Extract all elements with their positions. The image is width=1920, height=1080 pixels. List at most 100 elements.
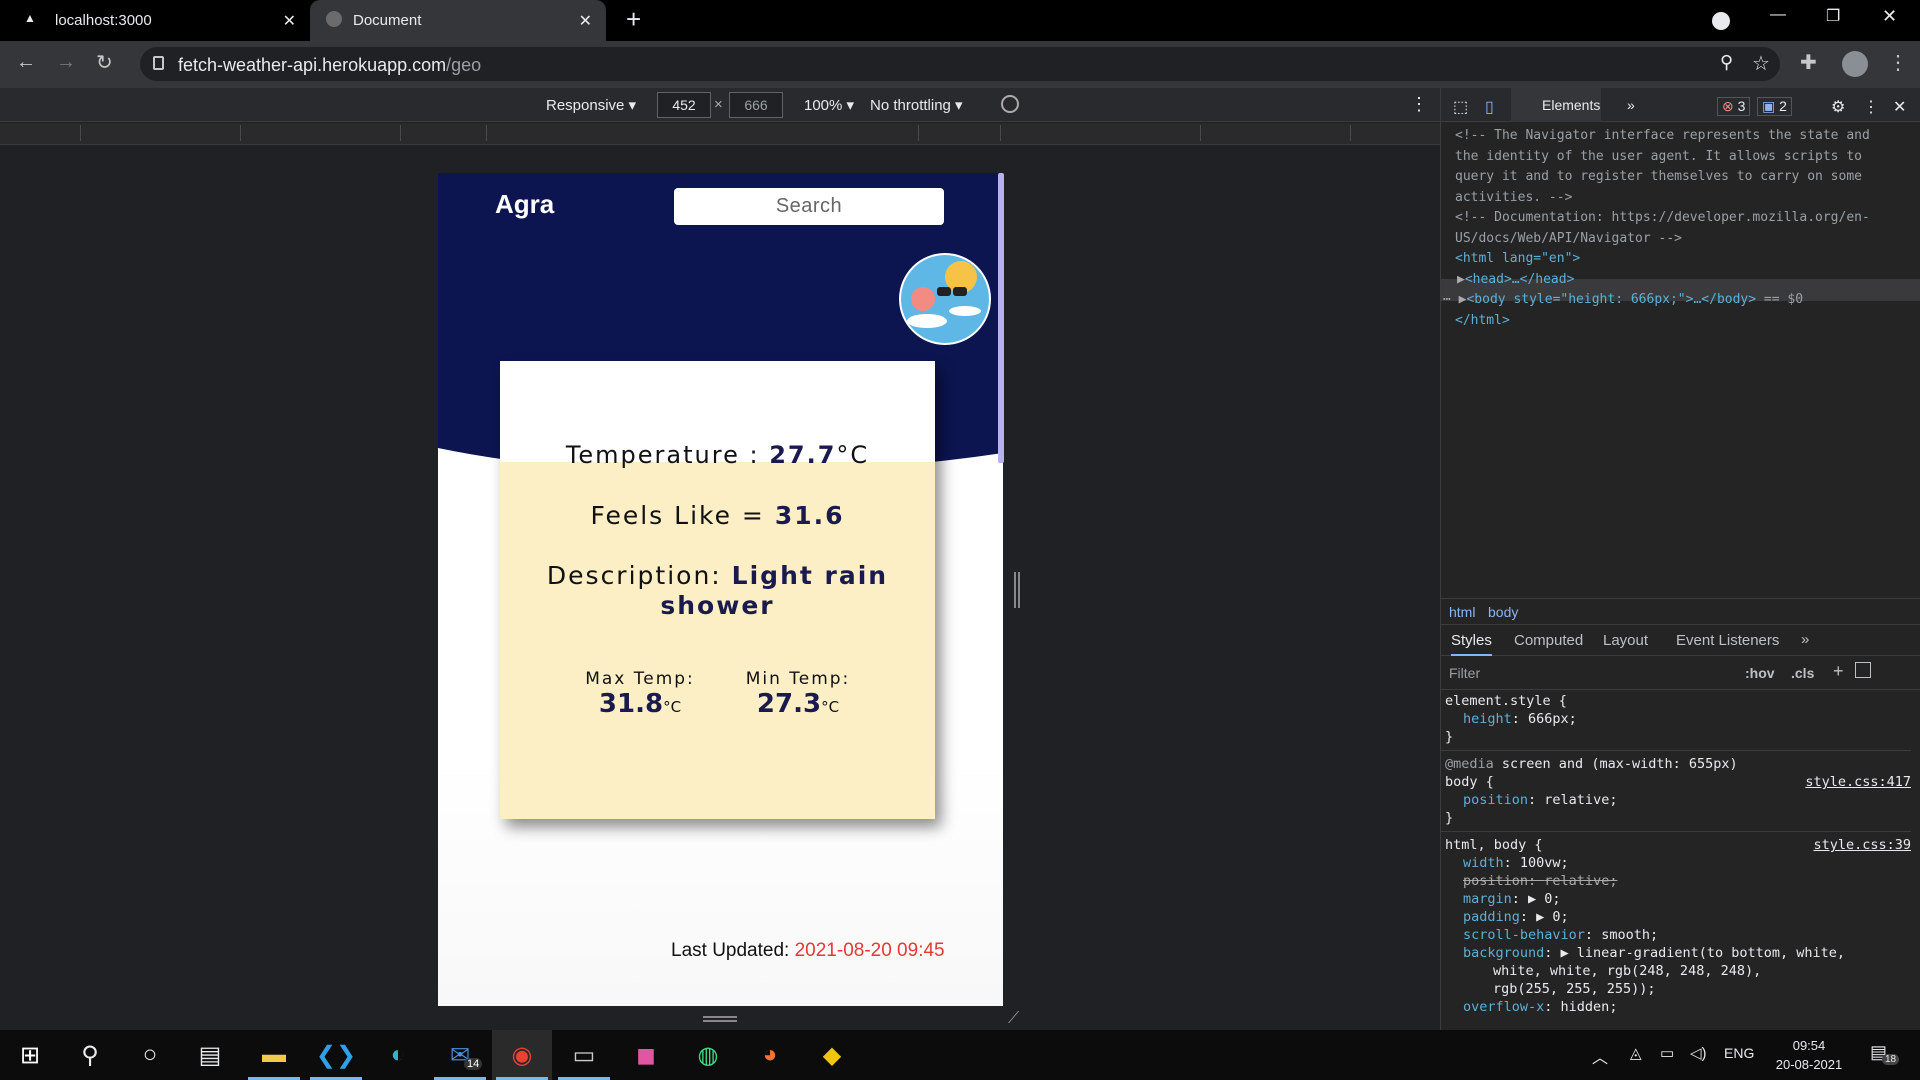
new-tab-button[interactable]: + xyxy=(626,4,641,35)
resize-handle-corner[interactable]: ⟋ xyxy=(1008,1010,1019,1028)
tab-event-listeners[interactable]: Event Listeners xyxy=(1676,632,1779,649)
feels-like-value: 31.6 xyxy=(774,501,845,530)
new-rule-icon[interactable]: + xyxy=(1833,661,1844,682)
settings-gear-icon[interactable]: ⚙ xyxy=(1831,97,1845,117)
close-tab-icon[interactable]: ✕ xyxy=(579,11,592,31)
search-input[interactable]: Search xyxy=(674,188,944,225)
more-tabs-icon[interactable]: » xyxy=(1627,97,1635,113)
tab-localhost[interactable]: ▲ localhost:3000 ✕ xyxy=(0,0,310,41)
bookmark-star-icon[interactable]: ☆ xyxy=(1752,51,1770,76)
wifi-icon[interactable]: ◬ xyxy=(1630,1044,1642,1062)
resize-handle-right[interactable] xyxy=(1014,572,1020,608)
cls-toggle[interactable]: .cls xyxy=(1791,665,1814,681)
lock-icon xyxy=(153,56,164,70)
breadcrumb-html[interactable]: html xyxy=(1449,604,1475,620)
cortana-icon[interactable]: ○ xyxy=(120,1030,180,1080)
style-rule[interactable]: margin: ▶ 0; xyxy=(1441,890,1911,908)
style-rule[interactable]: height: 666px; xyxy=(1441,710,1911,728)
minimize-icon[interactable]: — xyxy=(1770,6,1786,24)
close-tab-icon[interactable]: ✕ xyxy=(283,11,296,31)
width-input[interactable]: 452 xyxy=(657,92,711,118)
weather-illustration xyxy=(897,251,993,347)
restore-icon[interactable]: ❐ xyxy=(1826,6,1840,26)
dom-node-head[interactable]: ▶<head>…</head> xyxy=(1441,270,1920,291)
url-text: fetch-weather-api.herokuapp.com/geo xyxy=(178,55,482,75)
source-link[interactable]: style.css:417 xyxy=(1805,773,1911,791)
style-rule[interactable]: scroll-behavior: smooth; xyxy=(1441,926,1911,944)
toggle-sidebar-icon[interactable] xyxy=(1855,662,1871,678)
edge-icon[interactable]: ◐ xyxy=(368,1030,428,1080)
devtools-menu-icon[interactable]: ⋮ xyxy=(1863,97,1879,117)
tab-computed[interactable]: Computed xyxy=(1514,632,1583,649)
menu-icon[interactable]: ⋮ xyxy=(1888,50,1908,75)
device-more-icon[interactable]: ⋮ xyxy=(1410,94,1428,115)
volume-icon[interactable]: ◁) xyxy=(1690,1044,1707,1062)
styles-pane: element.style { height: 666px; } @media … xyxy=(1441,692,1911,1016)
vscode-icon[interactable]: ❮❯ xyxy=(306,1030,366,1080)
battery-icon[interactable]: ▭ xyxy=(1660,1044,1674,1062)
search-icon[interactable]: ⚲ xyxy=(60,1030,120,1080)
min-temp: Min Temp: 27.3°C xyxy=(745,669,851,719)
more-style-tabs-icon[interactable]: » xyxy=(1801,631,1809,648)
city-name: Agra xyxy=(495,189,555,219)
error-count-badge[interactable]: ⊗ 3 xyxy=(1717,97,1751,116)
forward-icon[interactable]: → xyxy=(56,51,76,74)
tab-search-icon[interactable] xyxy=(1712,12,1730,30)
style-rule[interactable]: overflow-x: hidden; xyxy=(1441,998,1911,1016)
back-icon[interactable]: ← xyxy=(16,51,36,74)
height-input[interactable]: 666 xyxy=(729,92,783,118)
tab-document[interactable]: Document ✕ xyxy=(310,0,606,41)
close-window-icon[interactable]: ✕ xyxy=(1882,6,1897,27)
windows-start-icon[interactable]: ⊞ xyxy=(0,1030,60,1080)
rotate-icon[interactable] xyxy=(1001,95,1019,113)
style-rule[interactable]: background: ▶ linear-gradient(to bottom,… xyxy=(1441,944,1911,962)
tab-layout[interactable]: Layout xyxy=(1603,632,1648,649)
profile-avatar[interactable] xyxy=(1842,51,1868,77)
language-indicator[interactable]: ENG xyxy=(1724,1045,1754,1061)
page-scrollbar[interactable] xyxy=(998,173,1004,463)
throttling-select[interactable]: No throttling ▾ xyxy=(870,96,963,114)
chrome-icon[interactable]: ◉ xyxy=(492,1030,552,1080)
task-view-icon[interactable]: ▤ xyxy=(180,1030,240,1080)
breadcrumb: html body xyxy=(1441,598,1920,624)
style-rule[interactable]: width: 100vw; xyxy=(1441,854,1911,872)
breadcrumb-body[interactable]: body xyxy=(1488,604,1518,620)
mail-icon[interactable]: ✉ 14 xyxy=(430,1030,490,1080)
filter-input[interactable]: Filter xyxy=(1449,665,1480,681)
mail-badge: 14 xyxy=(464,1058,483,1070)
dom-tree: <!-- The Navigator interface represents … xyxy=(1441,126,1920,331)
dom-node-html[interactable]: <html lang="en"> xyxy=(1441,249,1920,270)
style-rule[interactable]: position: relative; xyxy=(1441,791,1911,809)
reload-icon[interactable]: ↻ xyxy=(96,50,113,75)
media-query: @media screen and (max-width: 655px) xyxy=(1445,756,1738,772)
dom-node-body[interactable]: ⋯ ▶<body style="height: 666px;">…</body>… xyxy=(1441,290,1920,311)
hov-toggle[interactable]: :hov xyxy=(1745,665,1775,681)
styles-tabs: Styles Computed Layout Event Listeners » xyxy=(1441,624,1920,656)
location-icon[interactable]: ⚲ xyxy=(1720,52,1733,73)
notifications-icon[interactable]: ▤ 18 xyxy=(1870,1042,1900,1065)
android-studio-icon[interactable]: ◍ xyxy=(678,1030,738,1080)
resize-handle-bottom[interactable] xyxy=(703,1016,737,1022)
source-link[interactable]: style.css:39 xyxy=(1813,836,1911,854)
extensions-icon[interactable]: ✚ xyxy=(1800,50,1817,75)
file-explorer-icon[interactable]: ▬ xyxy=(244,1030,304,1080)
clock[interactable]: 09:54 20-08-2021 xyxy=(1774,1036,1844,1074)
styles-filter-bar: Filter :hov .cls + xyxy=(1441,656,1920,690)
close-devtools-icon[interactable]: ✕ xyxy=(1893,97,1906,117)
address-bar[interactable]: fetch-weather-api.herokuapp.com/geo ⚲ ☆ xyxy=(140,47,1780,81)
firefox-icon[interactable]: ◕ xyxy=(740,1030,800,1080)
style-rule[interactable]: padding: ▶ 0; xyxy=(1441,908,1911,926)
tray-chevron-icon[interactable]: ︿ xyxy=(1592,1044,1608,1068)
device-preset-select[interactable]: Responsive ▾ xyxy=(546,96,636,114)
git-icon[interactable]: ◆ xyxy=(802,1030,862,1080)
message-count-badge[interactable]: ▣ 2 xyxy=(1757,97,1792,116)
inspect-icon[interactable]: ⬚ xyxy=(1453,97,1468,117)
tab-elements[interactable]: Elements xyxy=(1542,97,1600,113)
zoom-select[interactable]: 100% ▾ xyxy=(804,96,854,114)
device-toggle-icon[interactable]: ▯ xyxy=(1485,97,1494,117)
terminal-icon[interactable]: ▭ xyxy=(554,1030,614,1080)
tab-styles[interactable]: Styles xyxy=(1451,632,1492,656)
intellij-icon[interactable]: ◼ xyxy=(616,1030,676,1080)
style-rule-overridden[interactable]: position: relative; xyxy=(1441,872,1911,890)
navbar: Agra Search xyxy=(438,173,1003,239)
